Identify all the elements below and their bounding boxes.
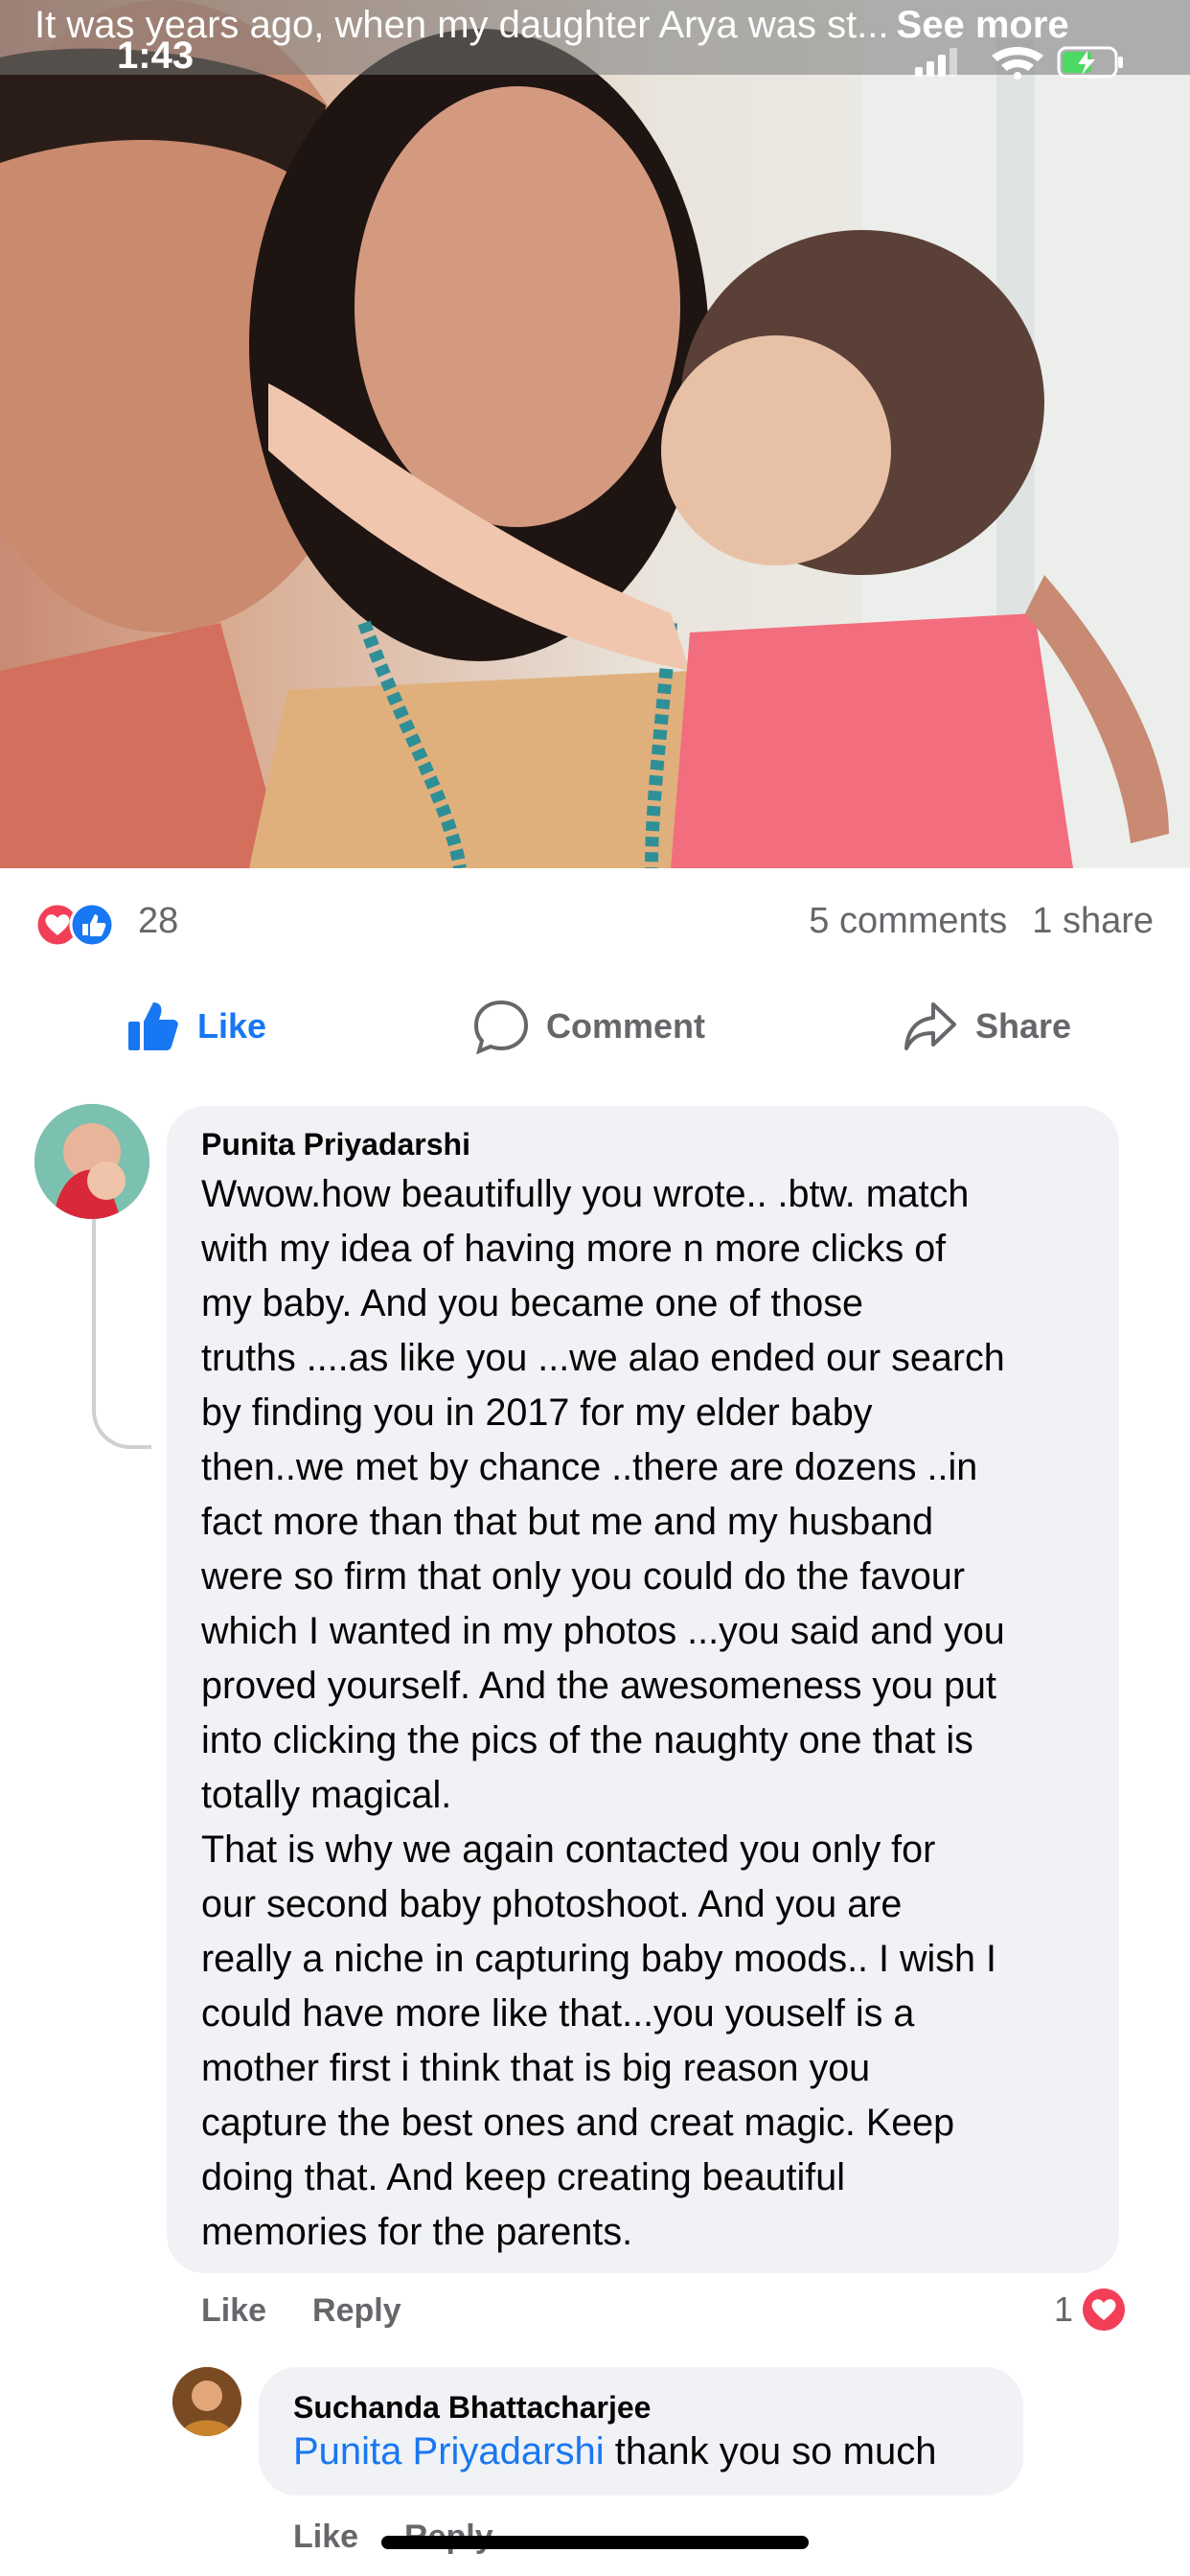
signal-icon (915, 48, 957, 77)
wifi-icon (992, 47, 1043, 80)
comment-reaction-badge[interactable]: 1 (1054, 2287, 1127, 2333)
battery-icon (1057, 46, 1123, 79)
post-photo[interactable] (0, 0, 1190, 868)
comment-author[interactable]: Punita Priyadarshi (201, 1127, 470, 1162)
thumbs-up-icon (128, 1002, 178, 1050)
shares-count[interactable]: 1 share (1032, 901, 1154, 941)
reply-text-body: thank you so much (604, 2430, 937, 2472)
comment-label: Comment (546, 1006, 706, 1046)
avatar[interactable] (172, 2367, 241, 2436)
home-indicator[interactable] (381, 2536, 809, 2549)
comments-count[interactable]: 5 comments (809, 901, 1007, 941)
comment-bubble-icon (473, 1000, 529, 1054)
share-label: Share (975, 1006, 1072, 1046)
reply-like-button[interactable]: Like (293, 2518, 358, 2555)
reaction-count[interactable]: 28 (138, 901, 178, 942)
see-more-link[interactable]: See more (897, 4, 1069, 46)
love-reaction-icon (1083, 2288, 1126, 2331)
status-icons (915, 42, 1135, 84)
comment-reaction-count: 1 (1054, 2289, 1074, 2329)
share-button[interactable]: Share (903, 989, 1071, 1064)
comment-text: Wwow.how beautifully you wrote.. .btw. m… (201, 1173, 1005, 2253)
avatar[interactable] (34, 1104, 149, 1219)
reply-author[interactable]: Suchanda Bhattacharjee (293, 2390, 651, 2426)
reply-text: Punita Priyadarshi thank you so much (293, 2430, 936, 2473)
share-arrow-icon (904, 1002, 956, 1050)
post-meta: 5 comments 1 share (784, 901, 1154, 942)
mention-link[interactable]: Punita Priyadarshi (293, 2430, 605, 2472)
comment-button[interactable]: Comment (473, 989, 705, 1064)
comment-like-button[interactable]: Like (201, 2292, 266, 2329)
like-label: Like (197, 1006, 267, 1046)
like-button[interactable]: Like (125, 989, 266, 1064)
post-action-bar: Like Comment Share (0, 989, 1190, 1064)
comment-actions: Like Reply (201, 2292, 447, 2330)
like-reaction-icon (69, 902, 115, 948)
comment-reply-button[interactable]: Reply (312, 2292, 401, 2329)
status-time: 1:43 (117, 34, 195, 77)
reaction-icons[interactable] (34, 901, 126, 949)
reply-thread-line (92, 1219, 151, 1449)
